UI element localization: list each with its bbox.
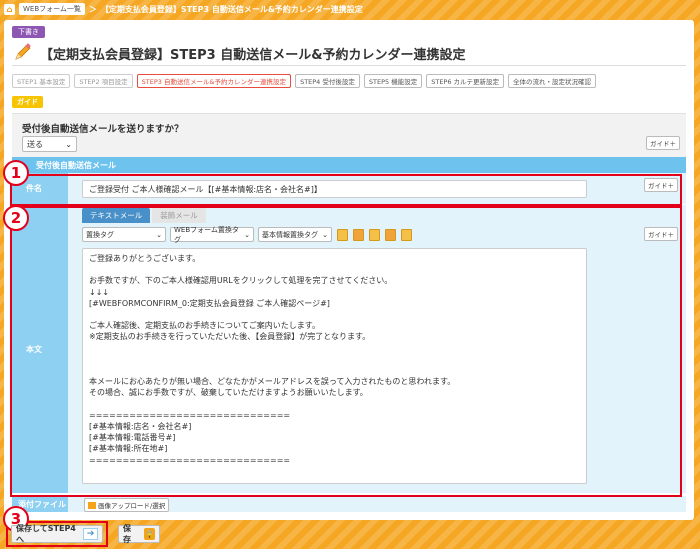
breadcrumb-webform-list[interactable]: WEBフォーム一覧 [19,3,85,15]
chevron-down-icon: ⌄ [156,230,162,239]
draft-badge: 下書き [12,26,45,38]
step-navigation: STEP1 基本設定 STEP2 項目設定 STEP3 自動送信メール&予約カレ… [12,74,597,88]
insert-page-icon[interactable] [353,228,364,241]
arrow-right-icon: ➔ [83,528,98,540]
body-guide-button[interactable]: ガイド＋ [644,227,678,241]
send-question-box: 受付後自動送信メールを送りますか？ 送る ⌄ ガイド＋ [12,113,686,157]
annotation-badge-2: 2 [3,205,29,231]
chevron-down-icon: ⌄ [65,139,72,149]
subject-input[interactable]: ご登録受付 ご本人様確認メール【[#基本情報:店名・会社名#]】 [82,180,587,198]
step-overview[interactable]: 全体の流れ・設定状況確認 [508,74,597,88]
step-1[interactable]: STEP1 基本設定 [12,74,71,88]
subject-guide-button[interactable]: ガイド＋ [644,178,678,192]
replace-tag-select[interactable]: 置換タグ ⌄ [82,227,166,242]
insert-template-icon[interactable] [369,228,380,241]
home-icon[interactable]: ⌂ [4,3,15,15]
chevron-down-icon: ⌄ [244,230,250,239]
lock-icon: 🔒 [143,528,155,540]
replace-tag-value: 置換タグ [86,230,114,239]
body-label: 本文 [12,205,68,493]
breadcrumb-current: 【定期支払会員登録】STEP3 自動送信メール&予約カレンダー連携設定 [100,4,363,14]
tab-text-mail[interactable]: テキストメール [82,208,151,223]
insert-edit-icon[interactable] [401,228,412,241]
annotation-badge-1: 1 [3,160,29,186]
save-and-next-button[interactable]: 保存してSTEP4へ ➔ [11,524,103,544]
insert-doc-icon[interactable] [337,228,348,241]
insert-folder-icon[interactable] [385,228,396,241]
save-label: 保存 [123,524,131,544]
basic-info-tag-select[interactable]: 基本情報置換タグ ⌄ [258,227,332,242]
pencil-icon [15,43,31,60]
step-3-current[interactable]: STEP3 自動送信メール&予約カレンダー連携設定 [136,74,292,88]
chevron-down-icon: ⌄ [322,230,328,239]
webform-tag-select[interactable]: WEBフォーム置換タグ ⌄ [170,225,254,244]
step-6[interactable]: STEP6 カルテ更新設定 [426,74,505,88]
send-option-select[interactable]: 送る ⌄ [22,136,77,152]
send-question-label: 受付後自動送信メールを送りますか？ [22,124,184,135]
send-option-value: 送る [27,139,43,149]
image-upload-label: 画像アップロード/選択 [98,502,166,510]
step-4[interactable]: STEP4 受付後設定 [295,74,360,88]
breadcrumb-separator: ＞ [88,4,97,14]
step-2[interactable]: STEP2 項目設定 [74,74,133,88]
step-5[interactable]: STEP5 機能設定 [363,74,423,88]
question-guide-button[interactable]: ガイド＋ [646,136,680,150]
save-button[interactable]: 保存 🔒 [118,524,160,544]
top-breadcrumb-bar: ⌂ WEBフォーム一覧 ＞ 【定期支払会員登録】STEP3 自動送信メール&予約… [0,0,700,18]
tab-html-mail[interactable]: 装飾メール [152,208,206,223]
image-upload-button[interactable]: 画像アップロード/選択 [84,498,170,512]
webform-tag-value: WEBフォーム置換タグ [174,225,239,244]
body-toolbar: 置換タグ ⌄ WEBフォーム置換タグ ⌄ 基本情報置換タグ ⌄ [82,225,412,244]
basic-info-tag-value: 基本情報置換タグ [262,230,318,239]
guide-tag[interactable]: ガイド [12,96,43,108]
mail-type-tabs: テキストメール 装飾メール [82,208,206,223]
title-divider [12,65,686,66]
page-title: 【定期支払会員登録】STEP3 自動送信メール&予約カレンダー連携設定 [40,48,466,63]
section-header: 受付後自動送信メール [12,157,686,173]
image-icon [88,501,96,509]
body-textarea[interactable]: ご登録ありがとうございます。 お手数ですが、下のご本人様確認用URLをクリックし… [82,248,587,484]
main-panel: 下書き 【定期支払会員登録】STEP3 自動送信メール&予約カレンダー連携設定 … [4,20,694,520]
save-and-next-label: 保存してSTEP4へ [16,524,76,544]
